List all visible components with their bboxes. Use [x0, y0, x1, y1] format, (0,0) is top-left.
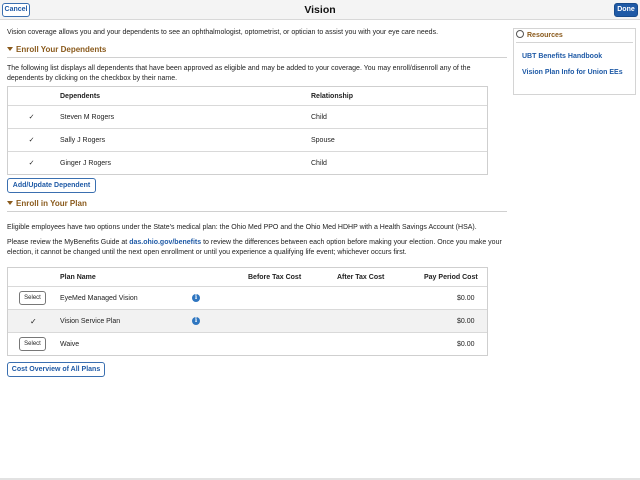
column-header-plan-name: Plan Name	[60, 273, 96, 281]
dependents-section-title: Enroll Your Dependents	[16, 45, 107, 54]
plan-name: Vision Service Plan	[60, 317, 121, 325]
info-icon[interactable]: i	[192, 294, 200, 302]
plan-name: Waive	[60, 340, 80, 348]
add-update-dependent-button[interactable]: Add/Update Dependent	[7, 178, 96, 193]
plan-name: EyeMed Managed Vision	[60, 294, 138, 302]
select-plan-button[interactable]: Select	[19, 291, 46, 305]
dependent-name: Sally J Rogers	[60, 136, 106, 144]
plans-table: Plan Name Before Tax Cost After Tax Cost…	[7, 267, 488, 356]
dependent-relationship: Child	[311, 159, 327, 167]
top-bar: Cancel Vision Done	[0, 0, 640, 20]
dependents-table-header: Dependents Relationship	[8, 87, 487, 105]
resources-panel: Resources UBT Benefits Handbook Vision P…	[513, 28, 636, 95]
select-plan-button[interactable]: Select	[19, 337, 46, 351]
table-row: ✓ Steven M Rogers Child	[8, 105, 487, 128]
table-row: Select EyeMed Managed Vision i $0.00	[8, 286, 487, 309]
done-button[interactable]: Done	[614, 3, 638, 17]
column-header-relationship: Relationship	[311, 92, 354, 100]
page-title: Vision	[304, 4, 336, 16]
table-row: ✓ Sally J Rogers Spouse	[8, 128, 487, 151]
resources-header: Resources	[516, 30, 633, 43]
plan-description-2-start: Please review the MyBenefits Guide at	[7, 239, 128, 246]
collapse-caret-icon[interactable]	[7, 46, 13, 51]
dependent-checkbox[interactable]: ✓	[28, 137, 35, 144]
table-row: ✓ Ginger J Rogers Child	[8, 151, 487, 174]
table-row: ✓ Vision Service Plan i $0.00	[8, 309, 487, 332]
info-icon[interactable]: i	[192, 317, 200, 325]
dependents-table: Dependents Relationship ✓ Steven M Roger…	[7, 86, 488, 175]
vision-plan-info-link[interactable]: Vision Plan Info for Union EEs	[522, 69, 623, 76]
dependent-relationship: Spouse	[311, 136, 335, 144]
collapse-caret-icon[interactable]	[7, 200, 13, 205]
dependent-checkbox[interactable]: ✓	[28, 160, 35, 167]
selected-check-icon: ✓	[30, 316, 37, 326]
globe-icon	[516, 30, 524, 39]
plans-table-header: Plan Name Before Tax Cost After Tax Cost…	[8, 268, 487, 286]
plan-section-header[interactable]: Enroll in Your Plan	[7, 199, 507, 212]
plan-description-2: Please review the MyBenefits Guide at da…	[7, 238, 502, 257]
column-header-pay-period-cost: Pay Period Cost	[424, 273, 478, 281]
dependent-name: Ginger J Rogers	[60, 159, 111, 167]
dependent-relationship: Child	[311, 113, 327, 121]
column-header-after-tax-cost: After Tax Cost	[337, 273, 385, 281]
plan-description-1: Eligible employees have two options unde…	[7, 224, 477, 231]
column-header-dependents: Dependents	[60, 92, 101, 100]
pay-period-cost: $0.00	[457, 317, 475, 325]
ubt-benefits-handbook-link[interactable]: UBT Benefits Handbook	[522, 53, 602, 60]
dependent-checkbox[interactable]: ✓	[28, 114, 35, 121]
resources-title: Resources	[527, 32, 563, 39]
benefits-guide-link[interactable]: das.ohio.gov/benefits	[129, 239, 201, 246]
cost-overview-button[interactable]: Cost Overview of All Plans	[7, 362, 105, 377]
column-header-before-tax-cost: Before Tax Cost	[248, 273, 302, 281]
table-row: Select Waive $0.00	[8, 332, 487, 355]
dependent-name: Steven M Rogers	[60, 113, 115, 121]
intro-text: Vision coverage allows you and your depe…	[7, 29, 439, 36]
dependents-section-header[interactable]: Enroll Your Dependents	[7, 45, 507, 58]
pay-period-cost: $0.00	[457, 340, 475, 348]
plan-section-title: Enroll in Your Plan	[16, 199, 87, 208]
pay-period-cost: $0.00	[457, 294, 475, 302]
dependents-description: The following list displays all dependen…	[7, 65, 471, 82]
